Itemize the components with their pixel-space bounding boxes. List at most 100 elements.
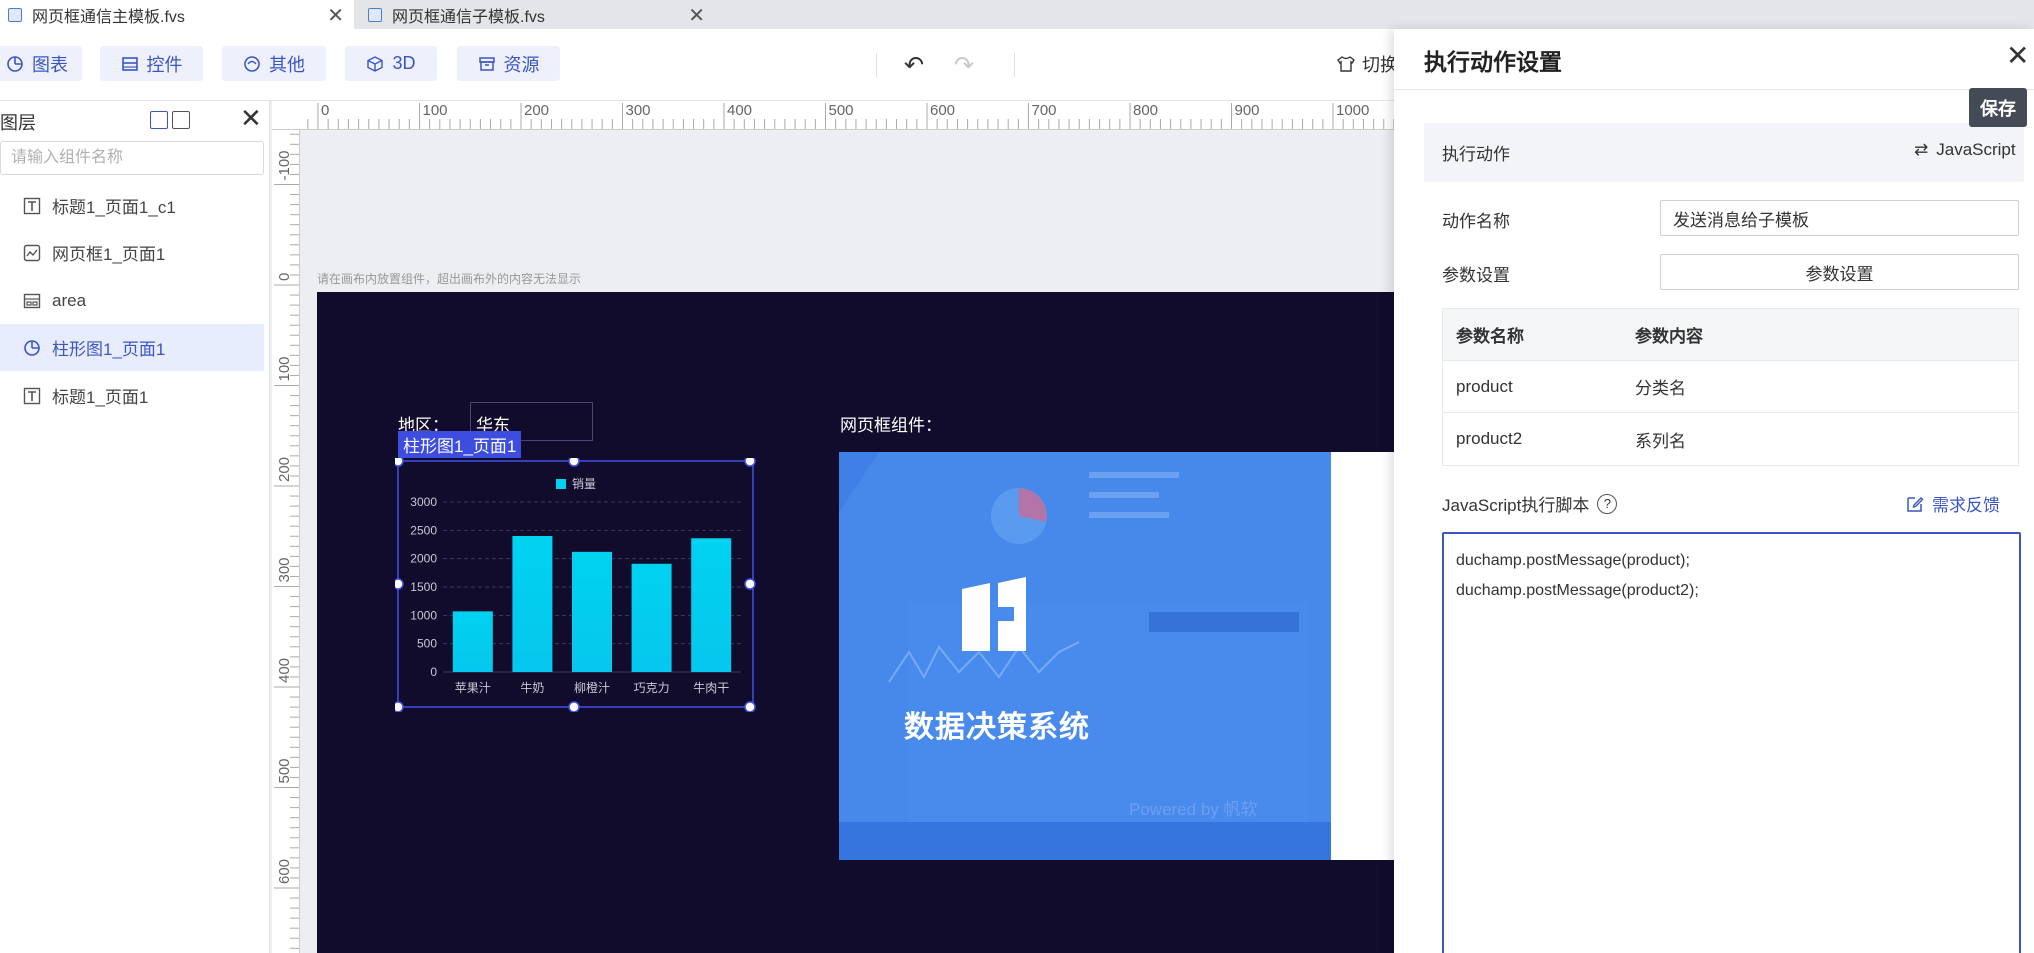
resize-handle[interactable] (395, 701, 404, 712)
bar[interactable] (512, 536, 553, 672)
undo-icon[interactable]: ↶ (904, 51, 924, 80)
ruler-label: 100 (276, 356, 293, 381)
layer-item-label: 标题1_页面1_c1 (52, 198, 176, 217)
resize-handle[interactable] (395, 458, 404, 467)
ruler-label: 500 (829, 102, 854, 119)
panel-title: 执行动作设置 (1424, 49, 1562, 75)
close-icon[interactable]: ✕ (240, 103, 262, 134)
action-name-input[interactable] (1660, 200, 2019, 236)
table-row[interactable]: product2 系列名 (1443, 413, 2018, 465)
action-type-value: JavaScript (1936, 140, 2016, 159)
3d-button-label: 3D (392, 53, 416, 73)
widget-button[interactable]: 控件 (100, 46, 203, 81)
table-row[interactable]: product 分类名 (1443, 361, 2018, 413)
layer-panel: 图层 ✕ 标题1_页面1_c1 网页框1_页面1 area 柱形图1_页面1 标… (0, 101, 270, 953)
x-tick-label: 牛奶 (520, 680, 544, 695)
y-tick-label: 2000 (410, 552, 437, 566)
redo-icon[interactable]: ↷ (954, 51, 974, 80)
ruler-label: -100 (276, 150, 293, 180)
y-tick-label: 3000 (410, 495, 437, 509)
divider (876, 53, 877, 77)
3d-button[interactable]: 3D (345, 46, 437, 81)
bar[interactable] (452, 611, 493, 672)
resize-handle[interactable] (744, 701, 756, 712)
table-cell: 系列名 (1635, 431, 1686, 451)
params-label: 参数设置 (1442, 266, 1510, 285)
other-button[interactable]: 其他 (222, 46, 326, 81)
action-name-label: 动作名称 (1442, 212, 1510, 231)
resize-handle[interactable] (568, 458, 580, 467)
shirt-icon (1337, 56, 1355, 72)
cube-icon (367, 55, 384, 72)
layer-panel-title: 图层 (0, 113, 36, 133)
ruler-vertical: -100 0 100 200 300 400 500 600 (272, 130, 300, 953)
iframe-label: 网页框组件： (840, 416, 942, 435)
layer-item-label: 标题1_页面1 (52, 388, 149, 407)
save-button[interactable]: 保存 (1969, 88, 2027, 127)
layout-split-icon[interactable] (172, 111, 190, 129)
table-cell: product2 (1456, 429, 1523, 448)
feedback-link[interactable]: 需求反馈 (1906, 491, 2000, 516)
close-icon[interactable]: ✕ (2006, 39, 2029, 72)
layer-item-selected[interactable]: 柱形图1_页面1 (0, 324, 264, 371)
resource-button-label: 资源 (503, 54, 540, 75)
tab-label: 网页框通信子模板.fvs (392, 8, 545, 26)
resize-handle[interactable] (744, 578, 756, 590)
ruler-label: 900 (1235, 102, 1260, 119)
tab-label: 网页框通信主模板.fvs (32, 8, 185, 26)
divider (1394, 89, 2034, 90)
close-icon[interactable]: ✕ (327, 3, 344, 28)
resource-button[interactable]: 资源 (457, 46, 560, 81)
switch-button[interactable]: 切换 (1336, 51, 1398, 77)
layer-item[interactable]: 网页框1_页面1 (0, 229, 264, 276)
other-button-label: 其他 (269, 54, 305, 75)
script-editor[interactable]: duchamp.postMessage(product); duchamp.po… (1442, 532, 2021, 953)
close-icon[interactable]: ✕ (688, 3, 705, 28)
file-icon (368, 7, 382, 22)
bar[interactable] (572, 551, 612, 672)
canvas-hint: 请在画布内放置组件，超出画布外的内容无法显示 (317, 272, 582, 286)
params-settings-button[interactable]: 参数设置 (1660, 254, 2019, 290)
area-icon (22, 291, 42, 311)
chart-button-label: 图表 (32, 54, 68, 75)
widget-icon (121, 56, 138, 71)
table-header: 参数名称 参数内容 (1443, 309, 2018, 361)
tab-main-template[interactable]: 网页框通信主模板.fvs ✕ (0, 0, 354, 29)
tab-child-template[interactable]: 网页框通信子模板.fvs ✕ (360, 0, 715, 29)
resize-handle[interactable] (568, 701, 580, 712)
webframe-component[interactable]: 数据决策系统 Powered by 帆软 (839, 452, 1396, 860)
other-icon (244, 55, 260, 72)
bar[interactable] (691, 538, 732, 672)
layer-item[interactable]: area (0, 277, 264, 324)
bar[interactable] (631, 563, 672, 672)
table-cell: product (1456, 376, 1513, 396)
logo-icon (962, 577, 1026, 651)
ruler-label: 0 (276, 273, 293, 281)
resource-icon (478, 56, 495, 71)
bar-chart[interactable]: 0 500 1000 1500 2000 2500 3000 苹果汁 牛奶 柳橙汁 巧克力 牛肉干 销量 (395, 458, 757, 712)
tab-bar: 网页框通信主模板.fvs ✕ 网页框通信子模板.fvs ✕ (0, 0, 2034, 29)
layer-item[interactable]: 标题1_页面1_c1 (0, 182, 264, 229)
layer-search-input[interactable] (0, 141, 264, 175)
resize-handle[interactable] (395, 578, 404, 590)
y-tick-label: 500 (417, 637, 437, 651)
layer-item[interactable]: 标题1_页面1 (0, 372, 264, 419)
chart-icon (22, 338, 42, 358)
help-icon[interactable]: ? (1597, 493, 1618, 514)
table-cell: 分类名 (1635, 379, 1686, 398)
x-tick-label: 巧克力 (634, 681, 670, 695)
text-icon (22, 386, 42, 406)
y-tick-label: 0 (430, 665, 437, 679)
resize-handle[interactable] (744, 458, 756, 467)
layout-left-icon[interactable] (150, 111, 168, 129)
action-type-switch[interactable]: ⇄ JavaScript (1914, 140, 2016, 160)
ruler-label: 400 (276, 658, 293, 683)
y-tick-label: 2500 (410, 523, 437, 537)
chart-button[interactable]: 图表 (0, 46, 82, 81)
ruler-label: 800 (1133, 102, 1158, 119)
action-type-label: 执行动作 (1442, 145, 1510, 164)
x-tick-label: 牛肉干 (693, 680, 729, 695)
file-icon (8, 7, 22, 22)
ruler-label: 1000 (1336, 102, 1369, 119)
feedback-label: 需求反馈 (1932, 496, 2000, 515)
